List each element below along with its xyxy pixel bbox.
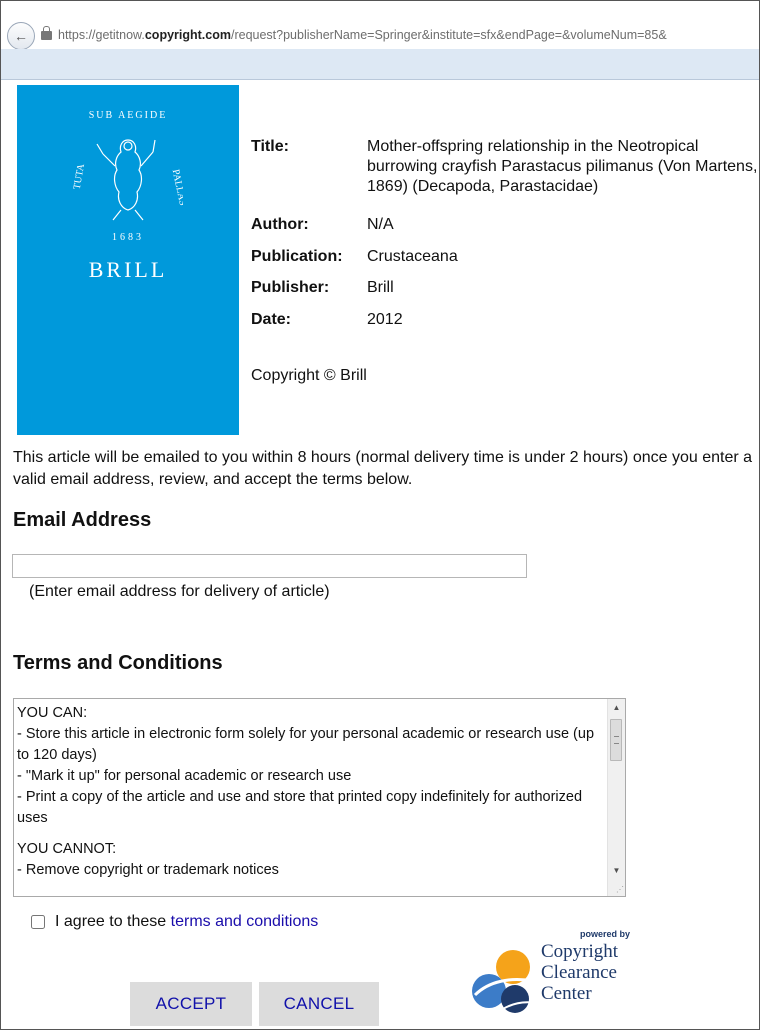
agree-row[interactable]: I agree to these terms and conditions [31, 913, 318, 931]
url-prefix: https://getitnow. [58, 28, 145, 42]
publication-value: Crustaceana [367, 248, 458, 265]
svg-text:TUTA: TUTA [73, 162, 87, 190]
terms-can-block: YOU CAN: - Store this article in electro… [17, 703, 602, 829]
cancel-button[interactable]: CANCEL [259, 982, 379, 1026]
agree-checkbox[interactable] [31, 915, 45, 929]
browser-address-bar: ← https://getitnow.copyright.com/request… [1, 1, 759, 50]
terms-can-item: - Store this article in electronic form … [17, 726, 595, 763]
date-value: 2012 [367, 311, 403, 328]
author-label: Author: [251, 216, 309, 233]
title-label: Title: [251, 138, 289, 155]
terms-cannot-heading: YOU CANNOT: [17, 841, 117, 857]
author-value: N/A [367, 216, 394, 233]
scroll-thumb[interactable] [610, 719, 622, 761]
svg-text:1683: 1683 [112, 232, 144, 243]
publisher-label: Publisher: [251, 279, 330, 296]
accept-button[interactable]: ACCEPT [130, 982, 252, 1026]
terms-heading: Terms and Conditions [13, 652, 223, 674]
publisher-value: Brill [367, 279, 394, 296]
publisher-logo: SUB AEGIDE TUTA PALLAS 1683 BRILL [17, 85, 239, 435]
svg-text:PALLAS: PALLAS [170, 168, 183, 206]
resize-grip-icon[interactable]: ⋰ [614, 885, 624, 895]
url-field[interactable]: https://getitnow.copyright.com/request?p… [41, 24, 759, 46]
copyright-notice: Copyright © Brill [251, 367, 367, 384]
logo-brand-text: BRILL [88, 257, 168, 282]
terms-scrollbar[interactable]: ▲ ▼ [607, 699, 625, 896]
powered-by-text: powered by [579, 929, 630, 939]
ccc-globe-icon [472, 950, 538, 1013]
browser-toolbar-band [1, 49, 759, 80]
lock-icon [41, 26, 52, 40]
terms-cannot-item: - Remove copyright or trademark notices [17, 862, 279, 878]
email-heading: Email Address [13, 509, 152, 531]
back-arrow-icon: ← [14, 28, 28, 44]
page-frame: ← https://getitnow.copyright.com/request… [0, 0, 760, 1030]
scroll-down-arrow-icon[interactable]: ▼ [608, 862, 625, 879]
publication-label: Publication: [251, 248, 343, 265]
back-button[interactable]: ← [7, 22, 35, 50]
svg-text:SUB AEGIDE: SUB AEGIDE [89, 110, 168, 121]
terms-can-heading: YOU CAN: [17, 705, 88, 721]
terms-content: YOU CAN: - Store this article in electro… [17, 703, 602, 891]
ccc-logo: powered by Copyright Clearance Center [467, 929, 637, 1019]
date-label: Date: [251, 311, 292, 328]
email-input[interactable] [12, 554, 527, 578]
terms-can-item: - Print a copy of the article and use an… [17, 789, 583, 826]
url-path: /request?publisherName=Springer&institut… [230, 28, 667, 42]
terms-cannot-block: YOU CANNOT: - Remove copyright or tradem… [17, 839, 602, 881]
terms-can-item: - "Mark it up" for personal academic or … [17, 768, 352, 784]
ccc-line-1: Copyright [541, 941, 619, 962]
scroll-up-arrow-icon[interactable]: ▲ [608, 699, 625, 716]
brill-seal-icon: SUB AEGIDE TUTA PALLAS 1683 [73, 110, 183, 243]
email-hint: (Enter email address for delivery of art… [29, 583, 330, 600]
agree-text: I agree to these [55, 913, 167, 930]
terms-link[interactable]: terms and conditions [171, 913, 319, 931]
ccc-line-2: Clearance [541, 962, 617, 983]
ccc-line-3: Center [541, 983, 592, 1004]
url-domain: copyright.com [144, 28, 231, 42]
delivery-notice: This article will be emailed to you with… [13, 449, 753, 488]
title-value: Mother-offspring relationship in the Neo… [367, 138, 758, 195]
terms-textarea[interactable]: YOU CAN: - Store this article in electro… [13, 698, 626, 897]
